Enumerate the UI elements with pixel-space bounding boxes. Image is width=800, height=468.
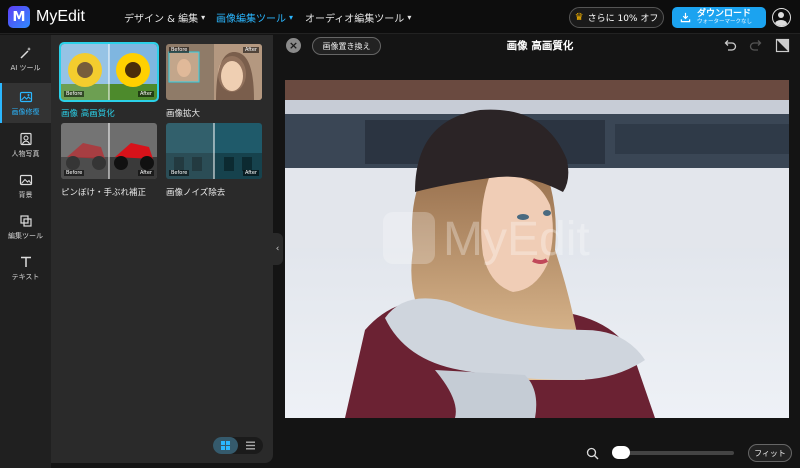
download-sublabel: ウォーターマークなし	[697, 18, 753, 25]
rail-label: 編集ツール	[8, 231, 43, 240]
chevron-left-icon: ‹	[275, 244, 280, 254]
app-name: MyEdit	[36, 8, 85, 25]
tool-category-rail: AI ツール 画像修復 人物写真 背景 編集ツール テキスト	[0, 35, 51, 468]
nav-label: オーディオ編集ツール	[305, 14, 405, 25]
portrait-icon	[19, 132, 32, 145]
nav-design-edit[interactable]: デザイン & 編集 ▾	[124, 10, 205, 25]
crown-icon: ♛	[574, 12, 584, 23]
rail-item-image-repair[interactable]: 画像修復	[0, 83, 51, 123]
tool-card-enhance[interactable]: Before After 画像 高画質化	[59, 42, 159, 119]
redo-icon[interactable]	[749, 38, 764, 53]
after-tag: After	[137, 91, 154, 97]
rail-label: 背景	[18, 190, 33, 199]
chevron-down-icon: ▾	[289, 13, 294, 22]
view-mode-toggle	[213, 437, 263, 454]
download-button[interactable]: ダウンロード ウォーターマークなし	[672, 7, 766, 28]
before-tag: Before	[64, 91, 85, 97]
image-repair-icon	[19, 91, 32, 102]
nav-audio-tools[interactable]: オーディオ編集ツール ▾	[305, 10, 411, 25]
tool-thumbnail: Before After	[166, 44, 262, 100]
download-icon	[680, 12, 691, 23]
tool-card-denoise[interactable]: Before After 画像ノイズ除去	[166, 123, 262, 198]
tool-thumbnail: Before After	[59, 42, 159, 102]
zoom-icon	[586, 447, 599, 460]
tool-label: 画像拡大	[166, 109, 201, 119]
magic-wand-icon	[19, 46, 31, 59]
rail-item-edit-tools[interactable]: 編集ツール	[0, 207, 51, 247]
rail-label: AI ツール	[10, 63, 41, 72]
user-avatar-icon[interactable]	[772, 8, 791, 27]
nav-image-tools[interactable]: 画像編集ツール ▾	[216, 10, 293, 25]
zoom-slider-handle[interactable]	[612, 446, 630, 459]
editor-title: 画像 高画質化	[506, 40, 574, 52]
rail-label: 人物写真	[11, 149, 40, 158]
top-bar: M MyEdit デザイン & 編集 ▾ 画像編集ツール ▾ オーディオ編集ツール ▾…	[0, 0, 800, 34]
compare-icon[interactable]	[775, 38, 790, 53]
rail-label: テキスト	[11, 272, 40, 281]
before-tag: Before	[64, 170, 85, 176]
after-tag: After	[242, 170, 259, 176]
rail-item-portrait[interactable]: 人物写真	[0, 125, 51, 165]
tool-thumbnail: Before After	[61, 123, 157, 179]
rail-label: 画像修復	[11, 107, 40, 116]
crop-icon	[19, 214, 32, 227]
list-view-button[interactable]	[238, 437, 263, 454]
rail-item-text[interactable]: テキスト	[0, 248, 51, 288]
tool-label: 画像 高画質化	[61, 109, 115, 119]
tool-thumbnail: Before After	[166, 123, 262, 179]
tool-panel: Before After 画像 高画質化 Before After 画像拡大 B…	[51, 35, 273, 463]
close-tool-button[interactable]: ×	[286, 38, 301, 53]
close-icon: ×	[288, 39, 299, 52]
grid-icon	[221, 441, 230, 450]
grid-view-button[interactable]	[213, 437, 238, 454]
rail-item-ai-tools[interactable]: AI ツール	[0, 39, 51, 79]
promo-button[interactable]: ♛ さらに 10% オフ	[569, 7, 664, 28]
image-canvas[interactable]: MyEdit	[285, 80, 789, 418]
before-tag: Before	[169, 47, 190, 53]
after-tag: After	[242, 47, 259, 53]
before-tag: Before	[169, 170, 190, 176]
background-icon	[19, 174, 32, 185]
watermark-text: MyEdit	[443, 213, 590, 266]
tool-card-deblur[interactable]: Before After ピンぼけ・手ぶれ補正	[61, 123, 157, 198]
collapse-panel-button[interactable]: ‹	[272, 233, 283, 265]
nav-label: 画像編集ツール	[216, 14, 286, 25]
zoom-slider-track[interactable]	[614, 451, 734, 455]
undo-icon[interactable]	[722, 38, 737, 53]
tool-card-upscale[interactable]: Before After 画像拡大	[166, 44, 262, 119]
rail-item-background[interactable]: 背景	[0, 166, 51, 206]
list-icon	[246, 441, 255, 450]
tool-label: 画像ノイズ除去	[166, 188, 226, 198]
download-label: ダウンロード	[697, 8, 752, 19]
nav-label: デザイン & 編集	[124, 14, 199, 25]
chevron-down-icon: ▾	[201, 13, 206, 22]
after-tag: After	[137, 170, 154, 176]
promo-label: さらに 10% オフ	[587, 14, 659, 24]
text-icon	[20, 256, 31, 267]
replace-image-button[interactable]: 画像置き換え	[312, 37, 381, 55]
chevron-down-icon: ▾	[407, 13, 412, 22]
fit-button[interactable]: フィット	[748, 444, 792, 462]
myedit-logo-icon: M	[8, 6, 30, 28]
app-logo[interactable]: M MyEdit	[8, 6, 85, 28]
tool-label: ピンぼけ・手ぶれ補正	[61, 188, 147, 198]
